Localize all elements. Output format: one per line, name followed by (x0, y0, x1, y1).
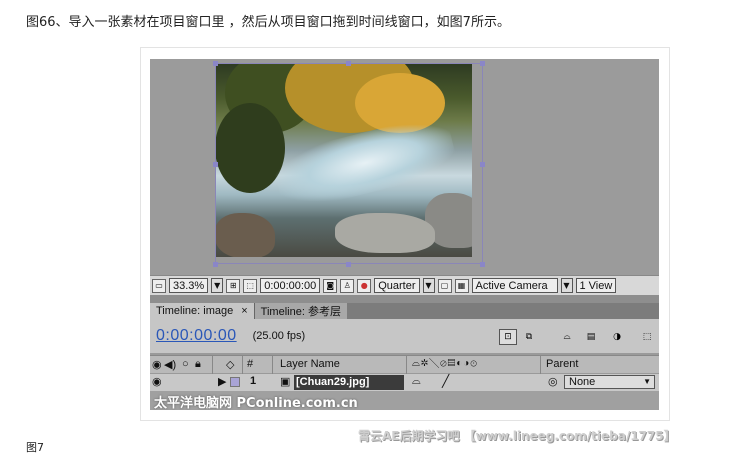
composition-viewer (150, 59, 659, 275)
snapshot-icon[interactable]: ◙ (323, 278, 338, 293)
timeline-tabs: Timeline: image × Timeline: 参考层 (150, 303, 659, 319)
quality-switch-icon[interactable]: ╱ (442, 374, 449, 388)
figure-caption: 图7 (26, 441, 44, 454)
zoom-select[interactable]: 33.3% (169, 278, 209, 293)
solo-icon[interactable]: ○ (182, 358, 189, 370)
tab-timeline-image[interactable]: Timeline: image × (150, 303, 254, 319)
transform-handle[interactable] (346, 61, 351, 66)
tab-label: Timeline: image (156, 305, 234, 317)
chevron-down-icon[interactable]: ▼ (560, 278, 573, 293)
close-icon[interactable]: × (241, 305, 247, 317)
layer-row[interactable]: ◉ ▶ 1 ▣ [Chuan29.jpg] ⌓ ╱ ◎ None ▼ (150, 374, 659, 391)
column-layer-name[interactable]: Layer Name (280, 358, 340, 370)
resolution-select[interactable]: Quarter (374, 278, 420, 293)
transparency-grid-icon[interactable]: ▦ (454, 278, 469, 293)
frame-blending-icon[interactable]: ▤ (582, 329, 600, 345)
label-color-icon[interactable]: ◇ (226, 358, 234, 371)
panel-gap (150, 295, 659, 303)
lock-icon[interactable]: 🔒︎ (195, 358, 201, 371)
safe-zones-icon[interactable]: ⊞ (226, 278, 241, 293)
footage-icon: ▣ (280, 376, 291, 388)
layer-name[interactable]: [Chuan29.jpg] (294, 375, 404, 390)
current-time-display[interactable]: 0:00:00:00 (156, 327, 237, 345)
pickwhip-icon[interactable]: ◎ (548, 375, 558, 388)
chevron-down-icon[interactable]: ▼ (422, 278, 435, 293)
chevron-down-icon[interactable]: ▼ (211, 278, 224, 293)
layer-index: 1 (250, 375, 257, 387)
monitor-icon[interactable]: ▭ (152, 278, 166, 293)
view-layout-select[interactable]: 1 View (575, 278, 617, 293)
chevron-down-icon: ▼ (643, 377, 651, 386)
transform-handle[interactable] (480, 162, 485, 167)
watermark-lineeg: 霄云AE后期学习吧 【www.lineeg.com/tieba/1775】 (358, 429, 676, 443)
after-effects-window: ▭ 33.3% ▼ ⊞ ⬚ 0:00:00:00 ◙ ♙ ● Quarter ▼… (150, 59, 659, 410)
timeline-column-header: ◉ ◀) ○ 🔒︎ ◇ # Layer Name ⌓✲╲⊘▤◐◑⊙ Parent (150, 355, 659, 374)
audio-icon[interactable]: ◀) (164, 358, 176, 371)
graph-editor-icon[interactable]: ⬚ (638, 329, 656, 345)
show-snapshot-icon[interactable]: ♙ (340, 278, 355, 293)
layer-switches-icon[interactable]: ⌓✲╲⊘▤◐◑⊙ (412, 358, 478, 369)
transform-handle[interactable] (480, 61, 485, 66)
region-of-interest-icon[interactable]: ▢ (437, 278, 452, 293)
motion-blur-icon[interactable]: ◑ (608, 329, 626, 345)
shy-switch-icon[interactable]: ⌓ (412, 375, 421, 388)
fps-label: (25.00 fps) (252, 330, 306, 342)
parent-select[interactable]: None ▼ (564, 375, 655, 389)
transform-handle[interactable] (213, 61, 218, 66)
mask-toggle-icon[interactable]: ⬚ (243, 278, 258, 293)
composition-toolbar: ▭ 33.3% ▼ ⊞ ⬚ 0:00:00:00 ◙ ♙ ● Quarter ▼… (150, 275, 659, 295)
intro-text: 图66、导入一张素材在项目窗口里 ，然后从项目窗口拖到时间线窗口，如图7所示。 (26, 15, 510, 30)
channel-icon[interactable]: ● (357, 278, 372, 293)
eye-icon[interactable]: ◉ (152, 375, 162, 388)
tab-label: Timeline: 参考层 (260, 306, 341, 318)
transform-handle[interactable] (213, 262, 218, 267)
timeline-footer: 太平洋电脑网 PConline.com.cn (150, 391, 659, 410)
transform-handle[interactable] (346, 262, 351, 267)
parent-value: None (569, 376, 596, 388)
eye-icon[interactable]: ◉ (152, 358, 162, 371)
layer-bounding-box[interactable] (215, 63, 483, 264)
label-color-swatch[interactable] (230, 377, 240, 387)
comp-marker-icon[interactable]: ⊡ (499, 329, 517, 345)
transform-handle[interactable] (480, 262, 485, 267)
column-parent[interactable]: Parent (546, 358, 578, 370)
column-number: # (247, 358, 254, 370)
comp-timecode[interactable]: 0:00:00:00 (260, 278, 321, 293)
transform-handle[interactable] (213, 162, 218, 167)
tab-timeline-reference[interactable]: Timeline: 参考层 (253, 303, 347, 319)
layer-switch-icon[interactable]: ⧉ (520, 329, 538, 345)
camera-select[interactable]: Active Camera (471, 278, 558, 293)
watermark-pconline: 太平洋电脑网 PConline.com.cn (154, 396, 358, 410)
expand-arrow-icon[interactable]: ▶ (218, 375, 226, 388)
shy-layers-icon[interactable]: ⌓ (558, 329, 576, 345)
